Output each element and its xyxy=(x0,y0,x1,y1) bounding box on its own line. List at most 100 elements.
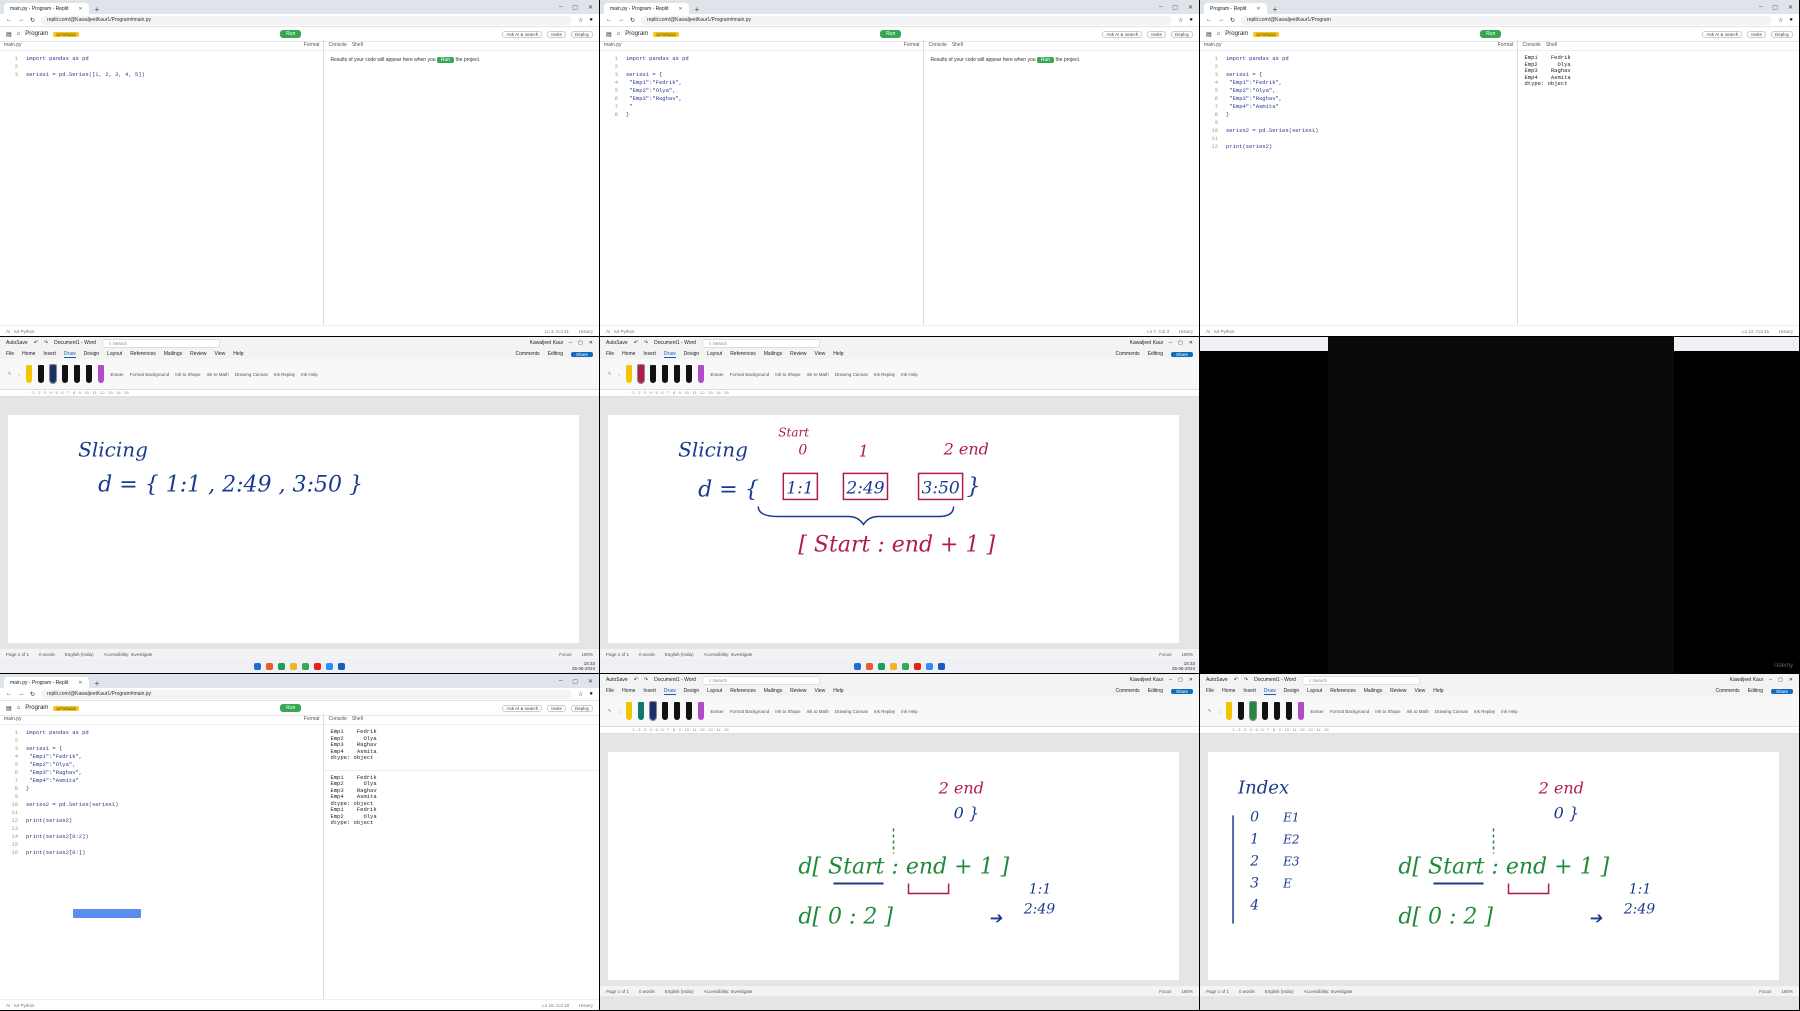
menu-mailings[interactable]: Mailings xyxy=(164,351,182,357)
code-line[interactable]: 14 print(series2[0:2]) xyxy=(4,833,323,841)
pen-black-4[interactable] xyxy=(1286,702,1293,720)
ink-help-button[interactable]: Ink Help xyxy=(901,709,918,714)
select-icon[interactable]: ↖ xyxy=(1208,708,1212,714)
console-tab[interactable]: Console xyxy=(928,42,946,48)
menu-view[interactable]: View xyxy=(815,688,826,694)
forward-icon[interactable]: → xyxy=(18,691,24,697)
maximize-icon[interactable]: ▢ xyxy=(572,4,578,11)
editing-dropdown[interactable]: Editing xyxy=(548,351,563,357)
code-editor[interactable]: main.py Format 1 import pandas as pd 2 3 seri… xyxy=(0,714,325,1000)
minimize-icon[interactable]: – xyxy=(559,678,562,685)
run-button[interactable]: Run xyxy=(1480,30,1502,38)
redo-icon[interactable]: ↷ xyxy=(644,340,648,346)
editing-dropdown[interactable]: Editing xyxy=(1748,688,1763,694)
focus-button[interactable]: Focus xyxy=(1159,989,1171,994)
youtube-icon[interactable] xyxy=(314,662,321,670)
menu-view[interactable]: View xyxy=(1415,688,1426,694)
eraser-button[interactable]: Eraser xyxy=(1310,709,1323,714)
zoom-level[interactable]: 180% xyxy=(1181,652,1193,657)
pen-black[interactable] xyxy=(662,702,669,720)
run-button[interactable]: Run xyxy=(880,30,902,38)
back-icon[interactable]: ← xyxy=(606,17,612,23)
share-button[interactable]: Share xyxy=(570,351,593,357)
profile-icon[interactable]: ● xyxy=(1789,17,1793,23)
pen-yellow[interactable] xyxy=(626,702,633,720)
project-name[interactable]: Program xyxy=(1225,31,1248,37)
lasso-icon[interactable]: ◌ xyxy=(1218,709,1221,714)
run-button[interactable]: Run xyxy=(280,704,302,712)
code-lines[interactable]: 1 import pandas as pd 2 3 series1 = {4 "Emp1… xyxy=(0,725,323,857)
ink-to-math-button[interactable]: Ink to Math xyxy=(807,372,829,377)
comments-button[interactable]: Comments xyxy=(1716,688,1740,694)
lasso-icon[interactable]: ◌ xyxy=(18,372,21,377)
ink-to-math-button[interactable]: Ink to Math xyxy=(207,372,229,377)
code-line[interactable]: 2 xyxy=(4,63,323,71)
focus-button[interactable]: Focus xyxy=(1159,652,1171,657)
menu-design[interactable]: Design xyxy=(684,351,700,357)
code-line[interactable]: 5 "Emp2":"Olya", xyxy=(604,87,923,95)
pen-yellow[interactable] xyxy=(626,365,633,383)
code-line[interactable]: 6 "Emp3":"Raghav", xyxy=(604,95,923,103)
pen-black[interactable] xyxy=(1238,702,1245,720)
ink-help-button[interactable]: Ink Help xyxy=(901,372,918,377)
code-line[interactable]: 4 "Emp1":"Fedrik", xyxy=(4,753,323,761)
app-icon[interactable] xyxy=(878,662,885,670)
menu-view[interactable]: View xyxy=(815,351,826,357)
code-line[interactable]: 12 print(series2) xyxy=(1204,143,1517,151)
pen-black[interactable] xyxy=(650,365,657,383)
minimize-icon[interactable]: – xyxy=(1169,340,1172,346)
undo-icon[interactable]: ↶ xyxy=(634,677,638,683)
editing-dropdown[interactable]: Editing xyxy=(1148,688,1163,694)
ink-to-shape-button[interactable]: Ink to Shape xyxy=(775,709,800,714)
code-line[interactable]: 3 series1 = { xyxy=(4,745,323,753)
menu-design[interactable]: Design xyxy=(684,688,700,694)
shell-tab[interactable]: Shell xyxy=(952,42,963,48)
history-link[interactable]: History xyxy=(1779,329,1793,334)
code-line[interactable]: 6 "Emp3":"Raghav", xyxy=(4,769,323,777)
browser-tab[interactable]: Program - Replit ✕ xyxy=(1204,3,1267,14)
minimize-icon[interactable]: – xyxy=(1769,677,1772,683)
code-line[interactable]: 7 "Emp4":"Asmita" xyxy=(4,777,323,785)
project-name[interactable]: Program xyxy=(625,31,648,37)
bookmark-icon[interactable]: ☆ xyxy=(1778,17,1783,24)
close-icon[interactable]: ✕ xyxy=(1256,6,1260,12)
editing-dropdown[interactable]: Editing xyxy=(1148,351,1163,357)
deploy-button[interactable]: Deploy xyxy=(570,30,593,38)
ink-help-button[interactable]: Ink Help xyxy=(1501,709,1518,714)
menu-insert[interactable]: Insert xyxy=(1243,688,1256,694)
back-icon[interactable]: ← xyxy=(6,17,12,23)
ink-help-button[interactable]: Ink Help xyxy=(301,372,318,377)
reload-icon[interactable]: ↻ xyxy=(630,17,635,24)
status-accessibility[interactable]: Accessibility: Investigate xyxy=(704,989,753,994)
code-line[interactable]: 10 series2 = pd.Series(series1) xyxy=(1204,127,1517,135)
ink-replay-button[interactable]: Ink Replay xyxy=(1474,709,1495,714)
menu-design[interactable]: Design xyxy=(84,351,100,357)
autosave-toggle[interactable]: AutoSave xyxy=(606,340,628,346)
url-field[interactable]: replit.com/@KawaljeetKaur1/Program#main.… xyxy=(641,15,1172,25)
eraser-button[interactable]: Eraser xyxy=(710,709,723,714)
run-button[interactable]: Run xyxy=(280,30,302,38)
undo-icon[interactable]: ↶ xyxy=(34,340,38,346)
drawing-canvas-button[interactable]: Drawing Canvas xyxy=(835,372,868,377)
deploy-button[interactable]: Deploy xyxy=(1170,30,1193,38)
code-line[interactable]: 7 " xyxy=(604,103,923,111)
word-icon[interactable] xyxy=(938,662,945,670)
history-link[interactable]: History xyxy=(1179,329,1193,334)
code-lines[interactable]: 1 import pandas as pd 2 3 series1 = {4 "Emp1… xyxy=(600,51,923,119)
folder-icon[interactable] xyxy=(290,662,297,670)
file-tab[interactable]: main.py xyxy=(604,42,622,48)
project-name[interactable]: Program xyxy=(25,31,48,37)
close-icon[interactable]: ✕ xyxy=(78,680,82,686)
bookmark-icon[interactable]: ☆ xyxy=(578,691,583,698)
code-line[interactable]: 4 "Emp1":"Fedrik", xyxy=(1204,79,1517,87)
pen-navy[interactable] xyxy=(49,364,58,384)
word-search-box[interactable]: ⌕ Search xyxy=(701,338,820,348)
invite-button[interactable]: Invite xyxy=(1747,30,1766,38)
lasso-icon[interactable]: ◌ xyxy=(618,709,621,714)
home-icon[interactable]: ⌂ xyxy=(17,705,21,711)
close-window-icon[interactable]: ✕ xyxy=(1188,4,1193,11)
console-tab[interactable]: Console xyxy=(328,42,346,48)
invite-button[interactable]: Invite xyxy=(1147,30,1166,38)
upgrade-badge[interactable]: UPGRADE xyxy=(653,31,680,37)
code-line[interactable]: 13 xyxy=(4,825,323,833)
